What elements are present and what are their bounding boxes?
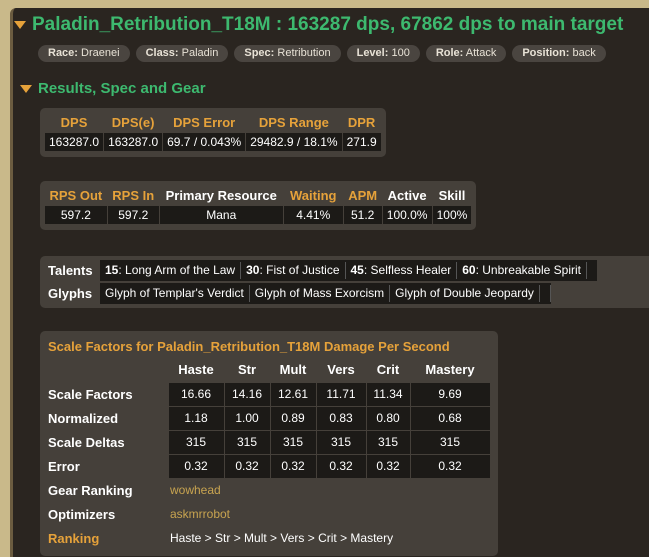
active-header: Active <box>387 188 427 203</box>
rps-in-value: 597.2 <box>106 205 160 225</box>
glyphs-label: Glyphs <box>48 286 93 301</box>
glyphs-row: Glyphs Glyph of Templar's Verdict Glyph … <box>44 282 649 305</box>
resource-table: RPS Out RPS In Primary Resource Waiting … <box>44 186 473 225</box>
talent-item[interactable]: 30: Fist of Justice <box>241 262 346 279</box>
ranking-row: Ranking Haste > Str > Mult > Vers > Crit… <box>44 526 490 550</box>
active-value: 100.0% <box>381 205 433 225</box>
scale-deltas-row: Scale Deltas 315 315 315 315 315 315 <box>44 429 491 455</box>
col-mastery: Mastery <box>425 362 475 378</box>
scale-factors-row: Scale Factors 16.66 14.16 12.61 11.71 11… <box>44 381 491 407</box>
section-title: Results, Spec and Gear <box>38 80 206 97</box>
col-crit: Crit <box>376 362 400 378</box>
dpr-value: 271.9 <box>341 132 382 152</box>
section-header[interactable]: Results, Spec and Gear <box>20 80 206 97</box>
dps-table: DPS DPS(e) DPS Error DPS Range DPR 16328… <box>43 113 382 152</box>
dps-value: 163287.0 <box>43 132 105 152</box>
dps-e-header: DPS(e) <box>111 115 155 130</box>
talent-item[interactable]: 15: Long Arm of the Law <box>100 262 242 279</box>
talent-item[interactable]: 60: Unbreakable Spirit <box>457 262 587 279</box>
dps-range-header: DPS Range <box>258 115 329 130</box>
talent-item-overflow <box>587 262 597 279</box>
waiting-value: 4.41% <box>282 205 344 225</box>
dps-e-value: 163287.0 <box>103 132 164 152</box>
talents-list: 15: Long Arm of the Law 30: Fist of Just… <box>100 260 597 281</box>
talents-label: Talents <box>48 263 93 278</box>
optimizers-row: Optimizers askmrrobot <box>44 502 490 526</box>
level-tag: Level: 100 <box>346 45 420 62</box>
resource-panel: RPS Out RPS In Primary Resource Waiting … <box>40 181 477 230</box>
talents-row: Talents 15: Long Arm of the Law 30: Fist… <box>44 259 649 282</box>
gear-ranking-row: Gear Ranking wowhead <box>44 478 490 502</box>
glyph-item[interactable]: Glyph of Mass Exorcism <box>250 285 391 302</box>
dps-error-value: 69.7 / 0.043% <box>162 132 247 152</box>
apm-header: APM <box>348 188 378 203</box>
rps-out-value: 597.2 <box>44 205 108 225</box>
role-tag: Role: Attack <box>425 45 507 62</box>
dps-header: DPS <box>60 115 88 130</box>
waiting-header: Waiting <box>290 188 337 203</box>
player-header[interactable]: Paladin_Retribution_T18M : 163287 dps, 6… <box>14 14 623 36</box>
apm-value: 51.2 <box>342 205 383 225</box>
talents-panel: Talents 15: Long Arm of the Law 30: Fist… <box>40 256 649 308</box>
scale-factors-title: Scale Factors for Paladin_Retribution_T1… <box>48 339 450 354</box>
primary-resource-value: Mana <box>158 205 284 225</box>
collapse-triangle-icon[interactable] <box>20 84 32 93</box>
scale-factors-panel: Scale Factors for Paladin_Retribution_T1… <box>40 331 498 556</box>
wowhead-link[interactable]: wowhead <box>168 478 490 502</box>
ranking-value: Haste > Str > Mult > Vers > Crit > Maste… <box>170 531 394 545</box>
class-tag: Class: Paladin <box>135 45 229 62</box>
askmrrobot-link[interactable]: askmrrobot <box>168 502 490 526</box>
dps-range-value: 29482.9 / 18.1% <box>245 132 343 152</box>
col-mult: Mult <box>279 362 307 378</box>
dps-panel: DPS DPS(e) DPS Error DPS Range DPR 16328… <box>40 108 386 157</box>
collapse-triangle-icon[interactable] <box>14 21 26 29</box>
glyph-item-empty <box>540 285 551 302</box>
talent-item[interactable]: 45: Selfless Healer <box>346 262 458 279</box>
glyphs-list: Glyph of Templar's Verdict Glyph of Mass… <box>100 283 551 304</box>
spec-tag: Spec: Retribution <box>234 45 341 62</box>
col-vers: Vers <box>327 362 355 378</box>
glyph-item[interactable]: Glyph of Templar's Verdict <box>100 285 250 302</box>
glyph-item[interactable]: Glyph of Double Jeopardy <box>390 285 540 302</box>
position-tag: Position: back <box>512 45 606 62</box>
normalized-row: Normalized 1.18 1.00 0.89 0.83 0.80 0.68 <box>44 405 491 431</box>
rps-out-header: RPS Out <box>49 188 103 203</box>
skill-value: 100% <box>431 205 473 225</box>
dps-error-header: DPS Error <box>173 115 236 130</box>
error-row: Error 0.32 0.32 0.32 0.32 0.32 0.32 <box>44 453 491 479</box>
col-haste: Haste <box>178 362 214 378</box>
race-tag: Race: Draenei <box>38 45 130 62</box>
skill-header: Skill <box>438 188 466 203</box>
scale-factors-table: Haste Str Mult Vers Crit Mastery Scale F… <box>44 358 491 550</box>
dpr-header: DPR <box>347 115 376 130</box>
rps-in-header: RPS In <box>112 188 155 203</box>
primary-resource-header: Primary Resource <box>165 188 277 203</box>
col-str: Str <box>237 362 257 378</box>
player-tags: Race: Draenei Class: Paladin Spec: Retri… <box>38 45 606 62</box>
player-title: Paladin_Retribution_T18M : 163287 dps, 6… <box>32 14 624 35</box>
